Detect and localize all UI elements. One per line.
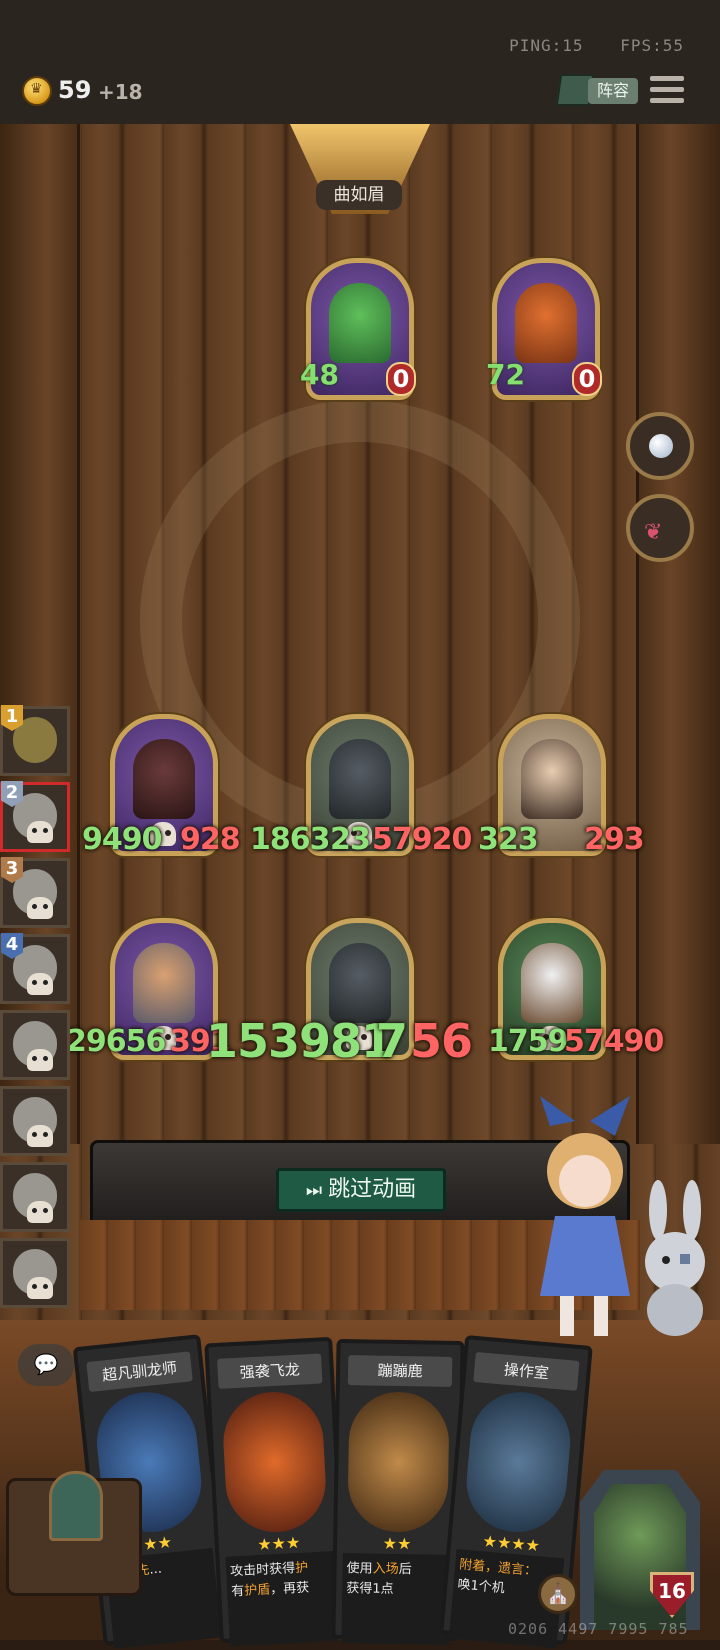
skull-icon (27, 1277, 53, 1299)
beast-portrait (133, 739, 195, 819)
skip-icon: ⏭ (305, 1180, 323, 1201)
enemy-minion-dragon[interactable]: 48 0 (300, 258, 418, 404)
damage-number: 293 (584, 822, 645, 857)
card-description: 使用入场后 获得1点 (341, 1553, 451, 1645)
card-description: 攻击时获得护 有护盾，再获 (225, 1551, 338, 1647)
fps-readout: FPS:55 (620, 36, 684, 55)
coral-icon: ❦ (644, 520, 663, 545)
damage-number: 9490 (82, 822, 162, 857)
card-title: 强袭飞龙 (217, 1353, 323, 1389)
turn-order-slot-7[interactable] (0, 1162, 70, 1232)
damage-number: 1759 (488, 1024, 568, 1059)
minion-attack: 48 (300, 358, 339, 391)
opponent-name: 曲如眉 (316, 180, 402, 210)
skull-icon (27, 821, 53, 843)
tavern-window (49, 1471, 103, 1541)
turn-order-slot-8[interactable] (0, 1238, 70, 1308)
turn-order-slot-1[interactable]: 1 (0, 705, 70, 776)
bunny-pet (645, 1180, 705, 1336)
gold-amount: 59 (58, 76, 92, 104)
scientist-portrait (133, 943, 195, 1023)
damage-number: 323 (478, 822, 539, 857)
card-title: 操作室 (473, 1351, 580, 1391)
card-title: 蹦蹦鹿 (347, 1355, 453, 1387)
damage-number: 29656 (66, 1024, 166, 1059)
top-bar: PING:15 FPS:55 59 +18 阵容 (0, 0, 720, 124)
menu-icon[interactable] (650, 76, 684, 106)
damage-number-large: 7 (376, 1014, 408, 1068)
skip-animation-button[interactable]: ⏭ 跳过动画 (276, 1168, 446, 1212)
turn-order-slot-3[interactable]: 3 (0, 857, 70, 928)
minion-health: 0 (572, 362, 602, 396)
robot-portrait (515, 283, 577, 363)
turn-order-slot-6[interactable] (0, 1086, 70, 1156)
skull-icon (27, 1201, 53, 1223)
skip-label: 跳过动画 (328, 1177, 417, 1202)
skull-icon (27, 897, 53, 919)
player-hero-portrait[interactable] (580, 1470, 700, 1630)
enemy-minion-robot[interactable]: 72 0 (486, 258, 604, 404)
damage-number: 1863 (250, 822, 330, 857)
network-stats: PING:15 FPS:55 (483, 36, 684, 55)
damage-number-large: 56 (410, 1014, 473, 1068)
tavern-shop-button[interactable] (6, 1471, 142, 1596)
damage-number-large: 153981 (206, 1014, 393, 1068)
pearl-relic-button[interactable] (626, 412, 694, 480)
gold-coin-icon (22, 76, 52, 106)
upgrade-icon[interactable]: ⛪ (538, 1574, 578, 1614)
coral-relic-button[interactable]: ❦ (626, 494, 694, 562)
lineup-button[interactable]: 阵容 (555, 74, 640, 106)
lineup-label: 阵容 (588, 78, 638, 104)
card-art (347, 1391, 450, 1533)
turn-order-slot-2[interactable]: 2 (0, 781, 70, 852)
skull-icon (27, 973, 53, 995)
minion-health: 0 (386, 362, 416, 396)
dog-portrait (521, 943, 583, 1023)
knight-portrait (329, 943, 391, 1023)
damage-number: 23 (330, 822, 371, 857)
user-id-watermark: 0206 4497 7995 785 (508, 1620, 689, 1638)
skull-icon (27, 1049, 53, 1071)
skull-icon (27, 1125, 53, 1147)
player-hero-character (540, 1096, 630, 1336)
damage-number: 57490 (564, 1024, 664, 1059)
pearl-icon (649, 434, 673, 458)
card-art (220, 1389, 329, 1535)
minion-attack: 72 (486, 358, 525, 391)
card-art (462, 1388, 575, 1537)
chat-bubble-icon[interactable]: 💬 (18, 1344, 74, 1386)
gold-income: +18 (98, 80, 143, 104)
ping-readout: PING:15 (509, 36, 584, 55)
knight-portrait (329, 739, 391, 819)
card-stars: ★★ (382, 1533, 412, 1554)
damage-number: 928 (180, 822, 241, 857)
girl-portrait (521, 739, 583, 819)
dragon-portrait (329, 283, 391, 363)
damage-number: 57920 (372, 822, 472, 857)
card-title: 超凡驯龙师 (86, 1351, 193, 1393)
turn-order-slot-4[interactable]: 4 (0, 933, 70, 1004)
hand-card-2[interactable]: 强袭飞龙 ★★★ 攻击时获得护 有护盾，再获 (204, 1336, 348, 1647)
turn-order-slot-5[interactable] (0, 1010, 70, 1080)
right-pillar (636, 124, 720, 1144)
